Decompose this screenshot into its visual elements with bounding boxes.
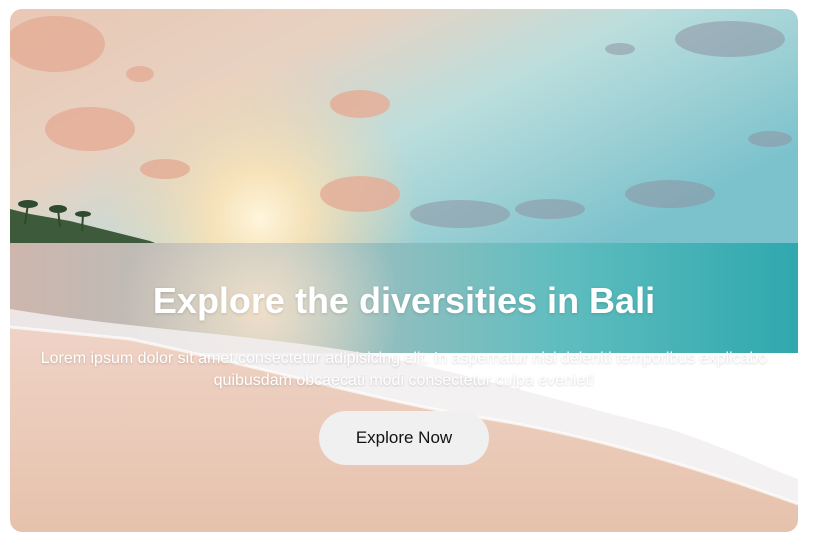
hero-description: Lorem ipsum dolor sit amet consectetur a… — [40, 350, 768, 389]
explore-now-button[interactable]: Explore Now — [319, 411, 489, 465]
hero-title: Explore the diversities in Bali — [152, 280, 656, 321]
hero-content: Explore the diversities in Bali Lorem ip… — [10, 277, 798, 465]
hero-banner: Explore the diversities in Bali Lorem ip… — [10, 9, 798, 532]
